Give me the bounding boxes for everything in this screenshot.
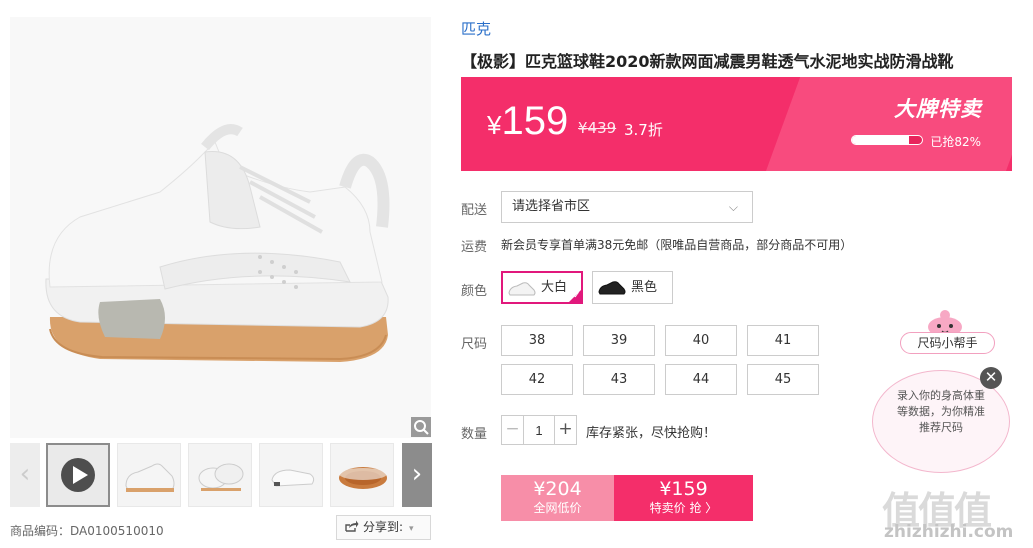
chevron-right-icon[interactable]: ›	[402, 443, 432, 507]
search-icon[interactable]	[411, 417, 431, 437]
region-select[interactable]: 请选择省市区 ⌵	[501, 191, 753, 223]
sku-line: 商品编码：DA0100510010	[10, 522, 164, 539]
price-value: 159	[501, 99, 569, 143]
brand-link[interactable]: 匹克	[461, 18, 491, 39]
quantity-minus-button[interactable]: −	[502, 416, 524, 444]
banner-decoration	[756, 77, 1012, 171]
close-icon[interactable]: ✕	[980, 367, 1002, 389]
thumbnail-side[interactable]	[117, 443, 181, 507]
size-option[interactable]: 38	[501, 325, 573, 356]
currency-symbol: ¥	[487, 110, 502, 140]
sold-progress-bar	[851, 135, 923, 145]
product-main-image[interactable]	[10, 17, 431, 438]
size-option[interactable]: 41	[747, 325, 819, 356]
buy-now-button[interactable]: ¥159 特卖价 抢 〉	[614, 475, 753, 521]
lowest-price-button[interactable]: ¥204 全网低价	[501, 475, 614, 521]
price-banner: ¥159 ¥439 3.7折 大牌特卖 已抢82%	[461, 77, 1012, 171]
promo-label: 大牌特卖	[894, 97, 982, 121]
sold-percent: 已抢82%	[930, 135, 981, 149]
size-option[interactable]: 44	[665, 364, 737, 395]
shipping-label: 配送	[461, 203, 488, 218]
thumbnail-video[interactable]	[46, 443, 110, 507]
region-select-value: 请选择省市区	[512, 199, 591, 214]
lowest-price-label: 全网低价	[533, 501, 582, 515]
quantity-input[interactable]	[524, 416, 554, 444]
size-helper-title[interactable]: 尺码小帮手	[900, 332, 995, 354]
discount-rate: 3.7折	[624, 121, 663, 139]
sku-value: DA0100510010	[70, 524, 164, 538]
quantity-stepper: − +	[501, 415, 577, 445]
share-icon	[345, 520, 359, 532]
stock-notice: 库存紧张，尽快抢购！	[586, 426, 717, 441]
check-icon: ✓	[567, 288, 583, 304]
product-title: 【极影】匹克篮球鞋2020新款网面减震男鞋透气水泥地实战防滑战靴	[461, 52, 954, 71]
color-option-white[interactable]: 大白 ✓	[501, 271, 583, 304]
sku-label: 商品编码：	[10, 524, 71, 538]
thumbnail-strip: ‹ ›	[10, 443, 432, 507]
chevron-down-icon: ▾	[409, 524, 414, 534]
size-label: 尺码	[461, 337, 488, 352]
thumbnail-top[interactable]	[259, 443, 323, 507]
size-helper-text: 录入你的身高体重等数据，为你精准推荐尺码	[897, 389, 985, 434]
original-price: ¥439	[578, 119, 617, 137]
color-option-black[interactable]: 黑色	[592, 271, 673, 304]
size-option[interactable]: 39	[583, 325, 655, 356]
size-option[interactable]: 43	[583, 364, 655, 395]
white-shoe-swatch	[508, 282, 536, 296]
watermark-url: zhizhizhi.com	[884, 522, 1014, 542]
size-option[interactable]: 42	[501, 364, 573, 395]
black-shoe-swatch	[598, 281, 626, 295]
size-option[interactable]: 45	[747, 364, 819, 395]
size-option[interactable]: 40	[665, 325, 737, 356]
sale-price-value: ¥159	[659, 478, 708, 500]
color-label: 颜色	[461, 284, 488, 299]
color-option-label: 大白	[541, 280, 568, 295]
color-option-label: 黑色	[631, 280, 658, 295]
chevron-left-icon[interactable]: ‹	[10, 443, 40, 507]
thumbnail-pair[interactable]	[188, 443, 252, 507]
buy-now-label: 特卖价 抢 〉	[649, 501, 718, 515]
share-label: 分享到:	[363, 520, 404, 534]
chevron-down-icon: ⌵	[728, 200, 738, 214]
current-price: ¥159	[487, 99, 568, 144]
sold-progress-fill	[852, 136, 910, 144]
quantity-plus-button[interactable]: +	[554, 416, 576, 444]
lowest-price-value: ¥204	[533, 478, 582, 500]
thumbnail-outsole[interactable]	[330, 443, 394, 507]
quantity-label: 数量	[461, 427, 488, 442]
share-button[interactable]: 分享到: ▾	[336, 515, 431, 540]
fee-text: 新会员专享首单满38元免邮（限唯品自营商品，部分商品不可用）	[501, 238, 853, 252]
fee-label: 运费	[461, 240, 488, 255]
